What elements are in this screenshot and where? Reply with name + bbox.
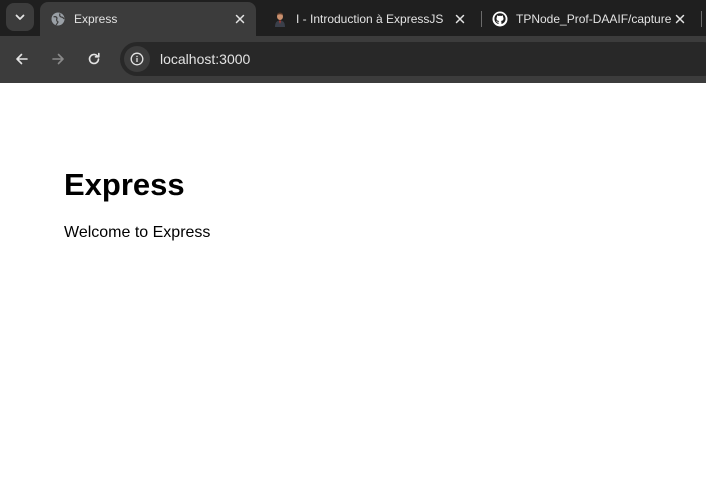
forward-button[interactable] [45,46,71,72]
avatar-icon [272,11,288,27]
github-icon [492,11,508,27]
tab-express[interactable]: Express [40,2,256,36]
address-bar[interactable]: localhost:3000 [120,42,706,76]
url-host: localhost [160,51,216,67]
globe-icon [50,11,66,27]
browser-chrome: Express I - Introduction à ExpressJS TPN… [0,0,706,83]
tab-title: TPNode_Prof-DAAIF/capture [516,12,672,26]
reload-icon [88,52,100,65]
page-title: Express [64,167,185,202]
tab-strip: Express I - Introduction à ExpressJS TPN… [0,0,706,36]
tab-title: Express [74,12,118,26]
tab-separator [701,11,702,27]
url-text[interactable]: localhost:3000 [160,51,250,67]
tab-github-tpnode[interactable]: TPNode_Prof-DAAIF/capture [482,2,696,36]
arrow-left-icon [16,53,28,65]
close-icon[interactable] [232,11,248,27]
tab-introduction-expressjs[interactable]: I - Introduction à ExpressJS [262,2,476,36]
welcome-text: Welcome to Express [64,224,211,241]
close-icon[interactable] [672,11,688,27]
site-info-button[interactable] [124,46,150,72]
chevron-down-icon [15,14,25,20]
reload-button[interactable] [81,46,107,72]
toolbar: localhost:3000 [0,36,706,83]
close-icon[interactable] [452,11,468,27]
page-content: Express Welcome to Express [0,83,706,486]
url-port: :3000 [215,51,251,67]
tab-title: I - Introduction à ExpressJS [296,12,444,26]
tab-search-button[interactable] [6,3,34,31]
arrow-right-icon [52,53,64,65]
back-button[interactable] [9,46,35,72]
info-icon [130,52,144,66]
